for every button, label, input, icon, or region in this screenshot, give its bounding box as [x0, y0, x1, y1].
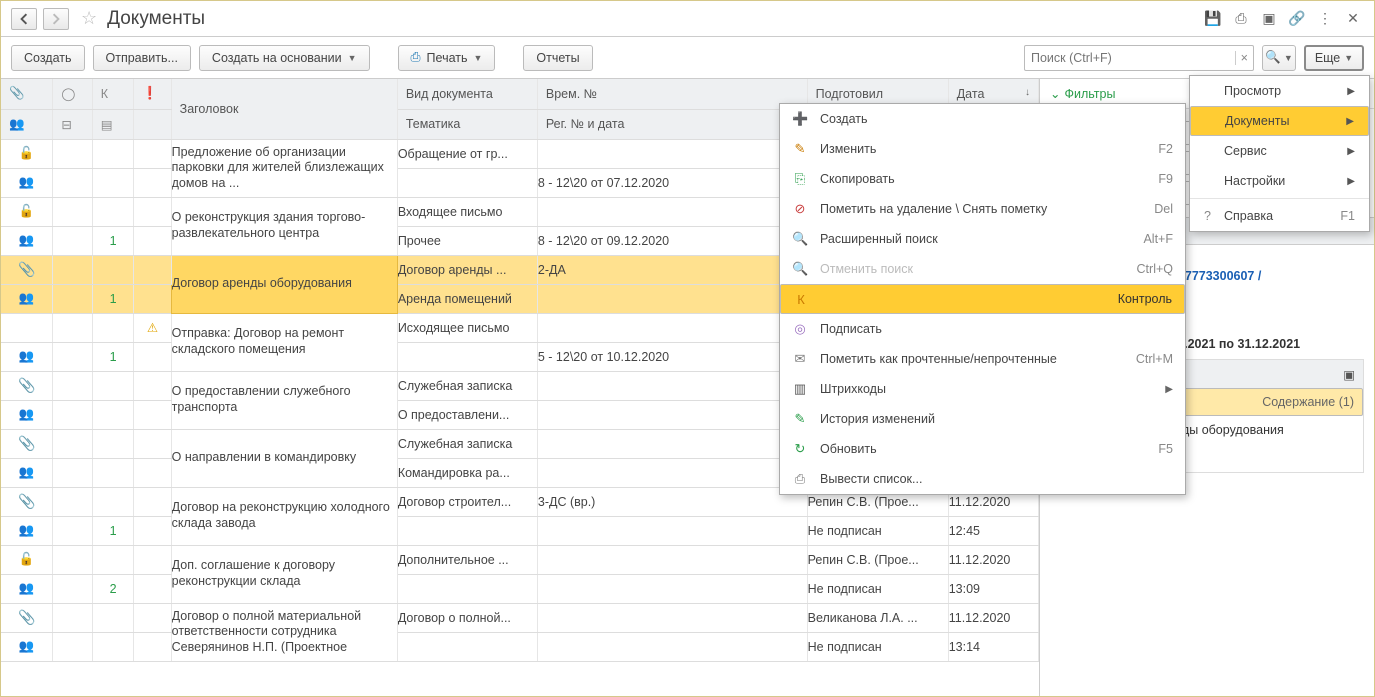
link-icon[interactable]: 🔗	[1286, 8, 1308, 30]
submenu-item[interactable]: Просмотр▶	[1190, 76, 1369, 106]
print-button[interactable]: ⎙Печать▼	[398, 45, 496, 71]
context-item[interactable]: 🔍Расширенный поискAlt+F	[780, 224, 1185, 254]
back-button[interactable]	[11, 8, 37, 30]
context-item[interactable]: ◎Подписать	[780, 314, 1185, 344]
kebab-icon[interactable]: ⋮	[1314, 8, 1336, 30]
create-from-button[interactable]: Создать на основании▼	[199, 45, 370, 71]
col-k-icon[interactable]: К	[92, 79, 134, 109]
search-input[interactable]: ×	[1024, 45, 1254, 71]
context-item[interactable]: ⎙Вывести список...	[780, 464, 1185, 494]
submenu-item[interactable]: ?СправкаF1	[1190, 201, 1369, 231]
context-menu: ➕Создать✎ИзменитьF2⎘СкопироватьF9⊘Помети…	[779, 103, 1186, 495]
table-row[interactable]: 👥1Не подписан12:45	[1, 516, 1039, 545]
col-attachment-icon[interactable]: 📎	[1, 79, 53, 109]
context-item[interactable]: ККонтроль	[780, 284, 1185, 314]
context-item[interactable]: ✎История изменений	[780, 404, 1185, 434]
context-item[interactable]: ✉Пометить как прочтенные/непрочтенныеCtr…	[780, 344, 1185, 374]
create-button[interactable]: Создать	[11, 45, 85, 71]
context-item[interactable]: ⊘Пометить на удаление \ Снять пометкуDel	[780, 194, 1185, 224]
title-bar: ☆ Документы 💾 ⎙ ▣ 🔗 ⋮ ✕	[1, 1, 1374, 37]
col-status-icon[interactable]: ◯	[53, 79, 92, 109]
context-item[interactable]: ⎘СкопироватьF9	[780, 164, 1185, 194]
page-title: Документы	[107, 8, 205, 30]
table-row[interactable]: 📎Договор о полной материальной ответстве…	[1, 603, 1039, 632]
context-item: 🔍Отменить поискCtrl+Q	[780, 254, 1185, 284]
reports-button[interactable]: Отчеты	[523, 45, 592, 71]
more-submenu: Просмотр▶Документы▶Сервис▶Настройки▶ ?Спр…	[1189, 75, 1370, 232]
col-topic[interactable]: Тематика	[397, 109, 537, 139]
save-icon[interactable]: 💾	[1202, 8, 1224, 30]
close-icon[interactable]: ✕	[1342, 8, 1364, 30]
toolbar: Создать Отправить... Создать на основани…	[1, 37, 1374, 79]
search-dropdown-button[interactable]: 🔍▼	[1262, 45, 1296, 71]
context-item[interactable]: ▥Штрихкоды▶	[780, 374, 1185, 404]
submenu-item[interactable]: Документы▶	[1190, 106, 1369, 136]
star-icon[interactable]: ☆	[81, 8, 97, 29]
col-kind[interactable]: Вид документа	[397, 79, 537, 109]
submenu-item[interactable]: Сервис▶	[1190, 136, 1369, 166]
table-row[interactable]: 👥2Не подписан13:09	[1, 574, 1039, 603]
col-group-icon[interactable]: 👥	[1, 109, 53, 139]
table-row[interactable]: 👥Не подписан13:14	[1, 632, 1039, 661]
send-button[interactable]: Отправить...	[93, 45, 191, 71]
more-button[interactable]: Еще▼	[1304, 45, 1364, 71]
submenu-item[interactable]: Настройки▶	[1190, 166, 1369, 196]
compare-icon[interactable]: ▣	[1258, 8, 1280, 30]
col-tree-icon[interactable]: ⊟	[53, 109, 92, 139]
context-item[interactable]: ↻ОбновитьF5	[780, 434, 1185, 464]
context-item[interactable]: ✎ИзменитьF2	[780, 134, 1185, 164]
col-priority-icon[interactable]: ❗	[134, 79, 171, 109]
forward-button[interactable]	[43, 8, 69, 30]
clear-search-icon[interactable]: ×	[1235, 51, 1253, 65]
col-title[interactable]: Заголовок	[171, 79, 397, 139]
col-card-icon[interactable]: ▤	[92, 109, 134, 139]
files-expand-icon[interactable]: ▣	[1343, 367, 1355, 382]
context-item[interactable]: ➕Создать	[780, 104, 1185, 134]
col-temp-no[interactable]: Врем. №	[537, 79, 807, 109]
table-row[interactable]: 🔓Доп. соглашение к договору реконструкци…	[1, 545, 1039, 574]
print-icon[interactable]: ⎙	[1230, 8, 1252, 30]
